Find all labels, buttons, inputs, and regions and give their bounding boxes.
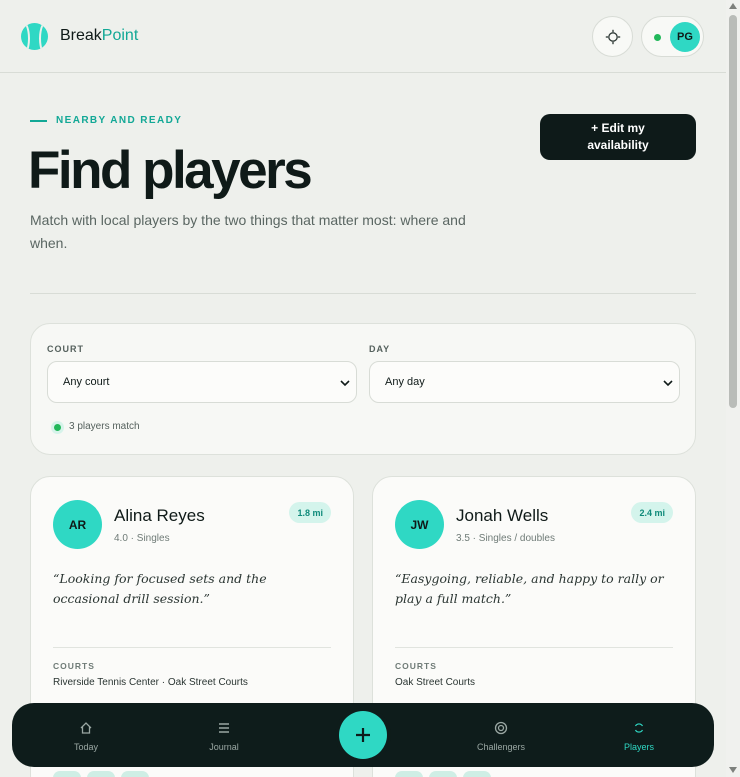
nav-label-players: Players xyxy=(623,742,654,752)
availability-chip xyxy=(463,771,491,777)
match-status-dot xyxy=(51,421,64,434)
page-scrollbar[interactable] xyxy=(726,0,740,777)
filter-panel: COURT Any court DAY Any day 3 players ma… xyxy=(30,323,696,455)
app-header: BreakPoint PG xyxy=(0,0,726,73)
nav-item-players[interactable]: Players xyxy=(594,703,684,767)
eyebrow-text: NEARBY AND READY xyxy=(56,115,183,126)
player-name[interactable]: Alina Reyes xyxy=(114,506,205,526)
nav-label-today: Today xyxy=(73,742,99,752)
page-title: Find players xyxy=(28,141,313,200)
bottom-navigation: Today Journal Challengers Players xyxy=(12,703,714,767)
player-courts: Oak Street Courts xyxy=(395,677,476,688)
player-name[interactable]: Jonah Wells xyxy=(456,506,548,526)
nav-label-journal: Journal xyxy=(209,742,239,752)
availability-chip xyxy=(87,771,115,777)
tennis-ball-logo-icon[interactable] xyxy=(21,23,48,50)
plus-icon xyxy=(356,728,370,742)
players-icon xyxy=(594,719,684,737)
player-avatar: JW xyxy=(395,500,444,549)
availability-chip xyxy=(429,771,457,777)
page-subtitle: Match with local players by the two thin… xyxy=(30,212,466,251)
add-button[interactable] xyxy=(339,711,387,759)
availability-chip xyxy=(121,771,149,777)
day-select-value: Any day xyxy=(385,376,425,388)
player-meta: 4.0 · Singles xyxy=(114,533,170,544)
availability-chip xyxy=(395,771,423,777)
player-courts: Riverside Tennis Center · Oak Street Cou… xyxy=(53,677,248,688)
chevron-down-icon xyxy=(340,380,350,387)
settings-button[interactable] xyxy=(592,16,633,57)
day-select[interactable]: Any day xyxy=(369,361,680,403)
nav-item-journal[interactable]: Journal xyxy=(179,703,269,767)
brand-prefix: Break xyxy=(60,27,102,44)
card-divider xyxy=(53,647,331,648)
profile-button[interactable]: PG xyxy=(641,16,704,57)
court-select-value: Any court xyxy=(63,376,110,388)
nav-label-challengers: Challengers xyxy=(476,742,526,752)
edit-availability-button[interactable]: + Edit my availability xyxy=(540,114,696,160)
chevron-down-icon xyxy=(663,380,673,387)
scroll-up-arrow-icon[interactable] xyxy=(729,3,737,9)
user-avatar: PG xyxy=(670,22,700,52)
court-filter-label: COURT xyxy=(47,344,84,354)
section-divider xyxy=(30,293,696,294)
card-divider xyxy=(395,647,673,648)
list-icon xyxy=(179,719,269,737)
player-meta: 3.5 · Singles / doubles xyxy=(456,533,555,544)
brand-suffix: Point xyxy=(101,27,139,44)
home-icon xyxy=(41,719,131,737)
online-status-dot xyxy=(654,34,661,41)
distance-badge: 2.4 mi xyxy=(631,502,673,523)
day-filter-label: DAY xyxy=(369,344,391,354)
availability-chip xyxy=(53,771,81,777)
scroll-down-arrow-icon[interactable] xyxy=(729,767,737,773)
courts-label: COURTS xyxy=(53,661,95,671)
nav-item-challengers[interactable]: Challengers xyxy=(456,703,546,767)
match-count: 3 players match xyxy=(69,421,140,432)
target-icon xyxy=(456,719,546,737)
eyebrow-line xyxy=(30,120,47,122)
player-quote: “Looking for focused sets and the occasi… xyxy=(53,571,267,606)
player-avatar: AR xyxy=(53,500,102,549)
player-quote: “Easygoing, reliable, and happy to rally… xyxy=(395,571,664,606)
nav-item-today[interactable]: Today xyxy=(41,703,131,767)
scrollbar-thumb[interactable] xyxy=(729,15,737,408)
brand-name[interactable]: BreakPoint xyxy=(60,27,138,45)
distance-badge: 1.8 mi xyxy=(289,502,331,523)
court-select[interactable]: Any court xyxy=(47,361,357,403)
courts-label: COURTS xyxy=(395,661,437,671)
sun-settings-icon xyxy=(605,29,620,44)
